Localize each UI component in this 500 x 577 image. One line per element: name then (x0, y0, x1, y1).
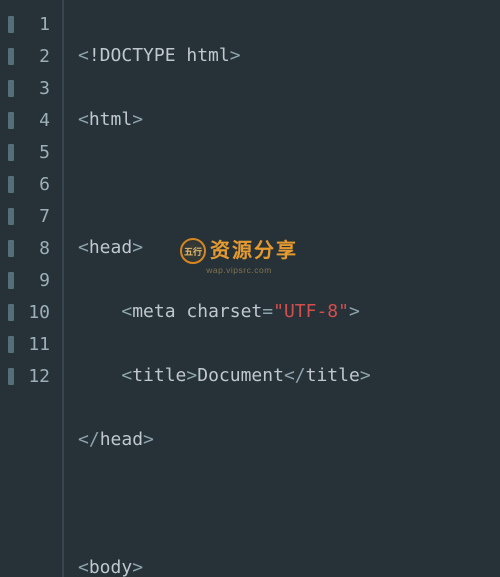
line-number: 6 (26, 174, 50, 195)
code-editor: 1 2 3 4 5 6 7 8 9 10 11 12 <!DOCTYPE htm… (0, 0, 500, 577)
fold-indicator-icon (8, 368, 14, 385)
line-number: 3 (26, 78, 50, 99)
line-number: 9 (26, 270, 50, 291)
fold-indicator-icon (8, 48, 14, 65)
gutter-row: 5 (0, 136, 62, 168)
gutter-row: 7 (0, 200, 62, 232)
code-line: <html> (78, 104, 500, 136)
line-number: 5 (26, 142, 50, 163)
code-area[interactable]: <!DOCTYPE html> <html> <head> <meta char… (64, 0, 500, 577)
fold-indicator-icon (8, 176, 14, 193)
fold-indicator-icon (8, 16, 14, 33)
line-number-gutter: 1 2 3 4 5 6 7 8 9 10 11 12 (0, 0, 62, 577)
gutter-row: 6 (0, 168, 62, 200)
gutter-row: 4 (0, 104, 62, 136)
code-line: <!DOCTYPE html> (78, 40, 500, 72)
gutter-row: 9 (0, 264, 62, 296)
line-number: 11 (26, 334, 50, 355)
line-number: 4 (26, 110, 50, 131)
fold-indicator-icon (8, 80, 14, 97)
fold-indicator-icon (8, 240, 14, 257)
gutter-row: 12 (0, 360, 62, 392)
gutter-row: 3 (0, 72, 62, 104)
gutter-row: 11 (0, 328, 62, 360)
code-line: <title>Document</title> (78, 360, 500, 392)
gutter-row: 8 (0, 232, 62, 264)
line-number: 1 (26, 14, 50, 35)
gutter-row: 10 (0, 296, 62, 328)
code-line: <meta charset="UTF-8"> (78, 296, 500, 328)
gutter-row: 1 (0, 8, 62, 40)
fold-indicator-icon (8, 336, 14, 353)
fold-indicator-icon (8, 208, 14, 225)
fold-indicator-icon (8, 304, 14, 321)
code-line: <head> (78, 232, 500, 264)
line-number: 8 (26, 238, 50, 259)
fold-indicator-icon (8, 112, 14, 129)
gutter-row: 2 (0, 40, 62, 72)
fold-indicator-icon (8, 272, 14, 289)
line-number: 2 (26, 46, 50, 67)
code-line (78, 168, 500, 200)
code-line (78, 488, 500, 520)
line-number: 7 (26, 206, 50, 227)
code-line: <body> (78, 552, 500, 577)
line-number: 12 (26, 366, 50, 387)
code-line: </head> (78, 424, 500, 456)
fold-indicator-icon (8, 144, 14, 161)
line-number: 10 (26, 302, 50, 323)
